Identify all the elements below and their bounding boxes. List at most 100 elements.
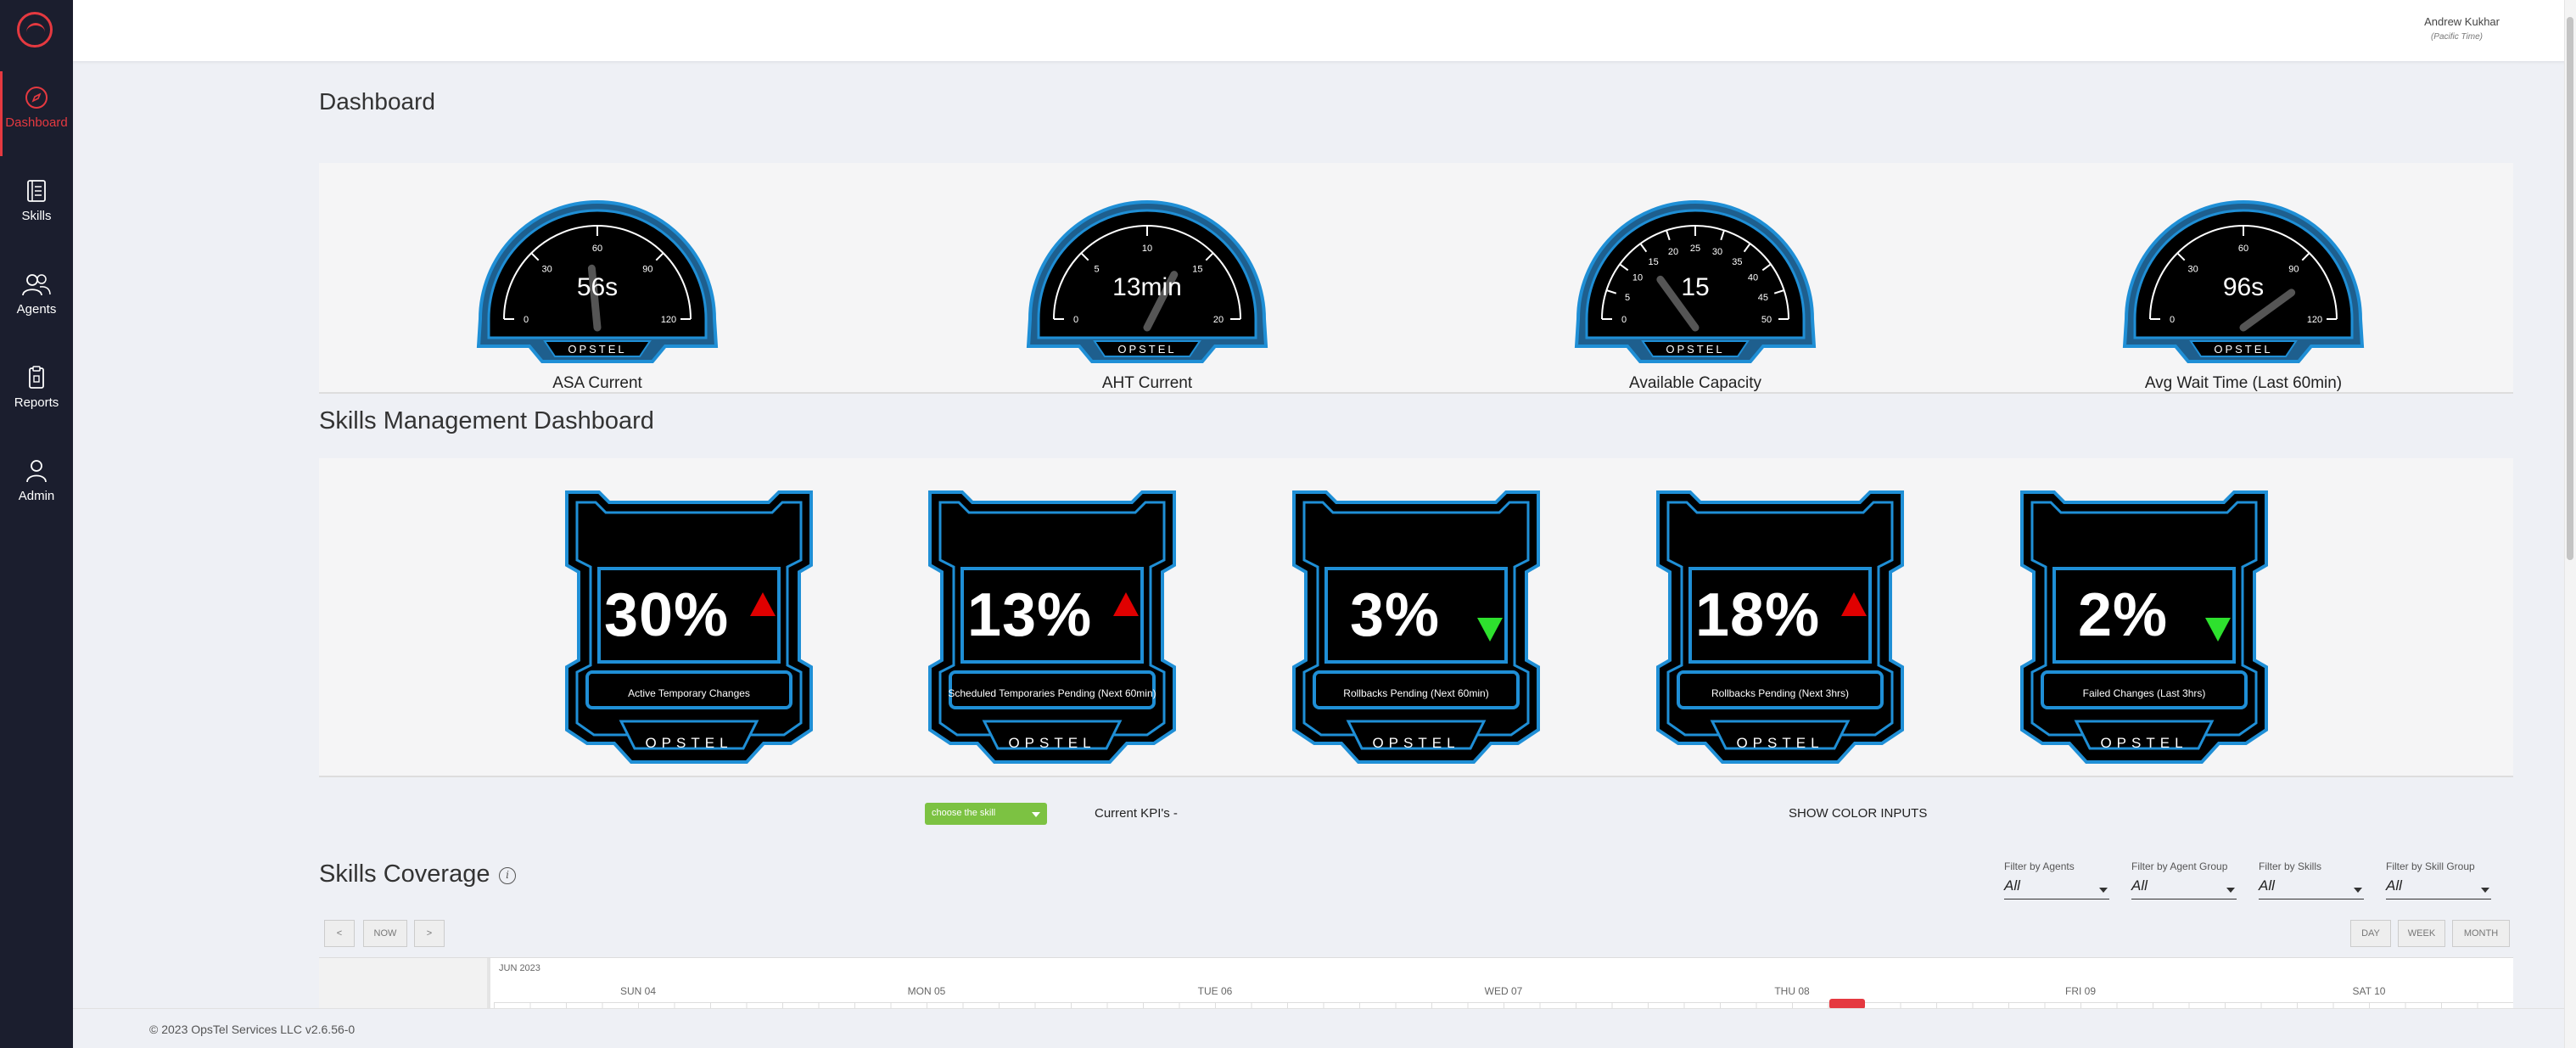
calendar-month-button[interactable]: MONTH	[2452, 920, 2510, 947]
gauge-brand: OPSTEL	[2214, 343, 2272, 356]
kpi-value: 2%	[2078, 581, 2169, 649]
kpi-card-active-temporary: 30% Active Temporary Changes OPSTEL	[565, 490, 813, 764]
gauge-dial: 0 30 60 90 120 56s OPSTEL	[476, 200, 719, 363]
sidebar-item-reports[interactable]: Reports	[0, 351, 73, 436]
skills-coverage-title: Skills Coverage	[319, 860, 490, 888]
kpi-card-rollbacks-60min: 3% Rollbacks Pending (Next 60min) OPSTEL	[1292, 490, 1540, 764]
filter-select[interactable]: All	[2131, 877, 2237, 899]
gauge-label: AHT Current	[1101, 374, 1193, 392]
filter-agent-group[interactable]: Filter by Agent Group All	[2131, 860, 2237, 899]
filter-label: Filter by Agents	[2004, 860, 2075, 872]
gauge-tick-label: 90	[2288, 265, 2299, 275]
kpi-card-failed-changes: 2% Failed Changes (Last 3hrs) OPSTEL	[2020, 490, 2268, 764]
kpi-value: 18%	[1695, 581, 1821, 649]
info-icon[interactable]: i	[499, 867, 516, 884]
kpi-card-rollbacks-3hrs: 18% Rollbacks Pending (Next 3hrs) OPSTEL	[1656, 490, 1904, 764]
gauge-dial: 0 510 15 20 25 30 35 4045 50 15 OPSTEL	[1574, 200, 1817, 363]
gauge-aht: 0 5 10 15 20 13min OPSTEL AHT Current	[1020, 195, 1274, 393]
sidebar-item-admin[interactable]: Admin	[0, 445, 73, 530]
opstel-logo-icon[interactable]	[17, 12, 53, 48]
filter-skills[interactable]: Filter by Skills All	[2259, 860, 2364, 899]
calendar-prev-button[interactable]: <	[324, 920, 355, 947]
filter-value: All	[2259, 877, 2275, 894]
filter-value: All	[2386, 877, 2402, 894]
trend-up-icon	[1841, 592, 1867, 616]
current-kpis-label: Current KPI's -	[1095, 806, 1178, 821]
calendar-now-button[interactable]: NOW	[363, 920, 407, 947]
gauge-tick-label: 20	[1213, 315, 1224, 325]
notebook-icon	[27, 180, 46, 202]
calendar-row-header	[319, 958, 490, 1008]
skill-select[interactable]: choose the skill	[925, 803, 1047, 825]
gauge-tick-label: 120	[2307, 315, 2322, 325]
calendar-day-header: MON 05	[907, 985, 946, 997]
gauge-tick-label: 15	[1192, 265, 1202, 275]
clipboard-icon	[29, 366, 44, 389]
gauge-tick-label: 0	[1621, 315, 1627, 325]
calendar-next-button[interactable]: >	[414, 920, 445, 947]
filter-select[interactable]: All	[2259, 877, 2364, 899]
kpi-value: 30%	[604, 581, 730, 649]
calendar-day-button[interactable]: DAY	[2350, 920, 2391, 947]
gauge-avg-wait-time: 0 30 60 90 120 96s OPSTEL Avg Wait Time (Last …	[2116, 195, 2371, 393]
filter-value: All	[2004, 877, 2020, 894]
filter-skill-group[interactable]: Filter by Skill Group All	[2386, 860, 2491, 899]
gauge-value: 56s	[577, 273, 618, 301]
sidebar-item-dashboard[interactable]: Dashboard	[0, 71, 73, 156]
filter-agents[interactable]: Filter by Agents All	[2004, 860, 2109, 899]
chevron-down-icon	[2354, 888, 2362, 893]
gauge-dial: 0 30 60 90 120 96s OPSTEL	[2122, 200, 2365, 363]
sidebar-item-skills[interactable]: Skills	[0, 165, 73, 249]
gauge-tick-label: 40	[1748, 273, 1758, 283]
top-bar: Andrew Kukhar (Pacific Time)	[73, 0, 2576, 61]
user-name[interactable]: Andrew Kukhar	[2424, 15, 2500, 28]
gauge-dial: 0 5 10 15 20 13min OPSTEL	[1026, 200, 1268, 363]
gauge-tick-label: 10	[1142, 244, 1152, 254]
gauge-tick-label: 60	[592, 244, 602, 254]
sidebar-item-label: Admin	[18, 489, 55, 503]
current-time-marker	[1829, 999, 1865, 1008]
gauge-tick-label: 10	[1632, 273, 1643, 283]
chevron-down-icon	[2099, 888, 2108, 893]
gauge-tick-label: 0	[1073, 315, 1078, 325]
gauge-value: 15	[1681, 273, 1709, 301]
trend-down-icon	[2205, 618, 2231, 642]
sidebar-item-label: Skills	[21, 209, 52, 223]
kpi-brand: OPSTEL	[645, 735, 733, 751]
gauge-label: ASA Current	[552, 374, 642, 392]
scrollbar-thumb[interactable]	[2567, 17, 2573, 560]
filter-select[interactable]: All	[2004, 877, 2109, 899]
filter-label: Filter by Agent Group	[2131, 860, 2228, 872]
chevron-down-icon	[2481, 888, 2489, 893]
calendar-day-header: WED 07	[1484, 985, 1523, 997]
page-scrollbar[interactable]	[2564, 0, 2576, 1048]
gauge-tick-label: 30	[2187, 265, 2198, 275]
gauge-tick-label: 15	[1649, 257, 1659, 267]
kpi-label: Scheduled Temporaries Pending (Next 60mi…	[948, 687, 1156, 699]
calendar-day-header: SAT 10	[2352, 985, 2386, 997]
gauge-label: Avg Wait Time (Last 60min)	[2144, 374, 2343, 392]
calendar-day-header: THU 08	[1774, 985, 1810, 997]
kpi-label: Active Temporary Changes	[628, 687, 750, 699]
gauge-asa: 0 30 60 90 120 56s OPSTEL ASA Current	[470, 195, 725, 393]
trend-up-icon	[1113, 592, 1139, 616]
footer: © 2023 OpsTel Services LLC v2.6.56-0	[73, 1008, 2564, 1048]
calendar-month-label: JUN 2023	[499, 963, 540, 973]
calendar-day-header: FRI 09	[2064, 985, 2096, 997]
filter-select[interactable]: All	[2386, 877, 2491, 899]
kpi-label: Rollbacks Pending (Next 60min)	[1343, 687, 1489, 699]
coverage-calendar[interactable]: JUN 2023 SUN 04 MON 05 TUE 06 WED 07 THU…	[319, 957, 2513, 1008]
kpi-label: Rollbacks Pending (Next 3hrs)	[1711, 687, 1850, 699]
calendar-week-button[interactable]: WEEK	[2398, 920, 2445, 947]
footer-copyright: © 2023 OpsTel Services LLC v2.6.56-0	[149, 1023, 356, 1036]
page-title: Dashboard	[319, 88, 435, 115]
kpi-panel: 30% Active Temporary Changes OPSTEL 13% …	[319, 458, 2513, 777]
chevron-down-icon	[2226, 888, 2235, 893]
filter-label: Filter by Skills	[2259, 860, 2322, 872]
sidebar-item-agents[interactable]: Agents	[0, 258, 73, 343]
kpi-brand: OPSTEL	[1372, 735, 1460, 751]
show-color-inputs-button[interactable]: SHOW COLOR INPUTS	[1789, 806, 1927, 821]
calendar-day-header: TUE 06	[1197, 985, 1233, 997]
kpi-brand: OPSTEL	[1736, 735, 1824, 751]
skill-select-value: choose the skill	[932, 808, 996, 818]
